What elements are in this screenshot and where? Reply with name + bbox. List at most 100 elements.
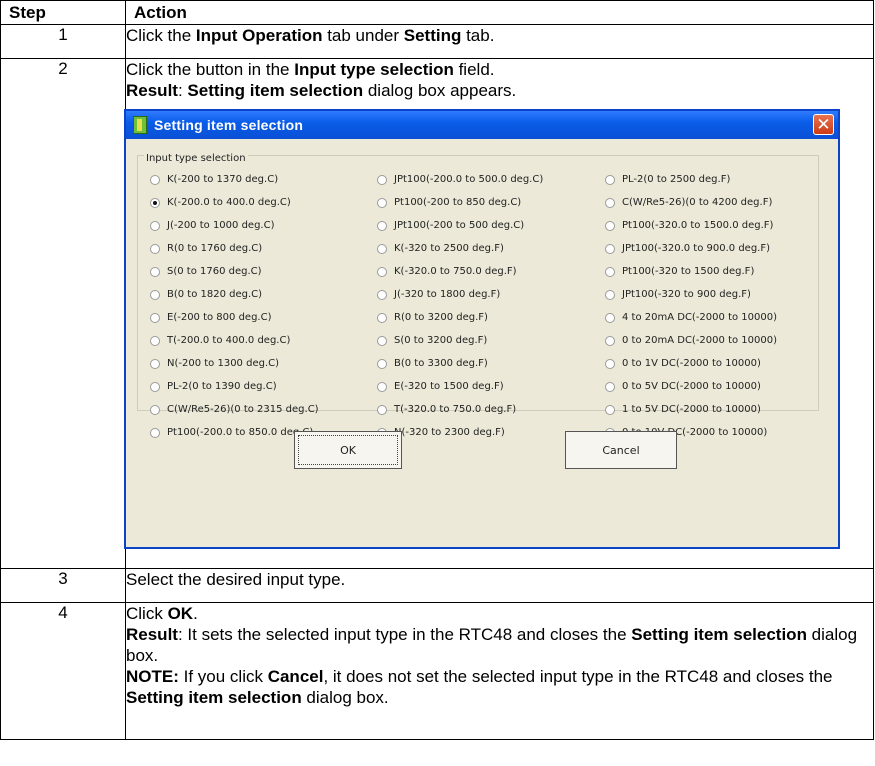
dialog-titlebar[interactable]: Setting item selection ✕ [126,111,838,139]
radio-button[interactable] [377,335,387,346]
input-type-option[interactable]: PL-2(0 to 1390 deg.C) [150,375,319,398]
radio-button[interactable] [377,220,387,231]
option-label: E(-320 to 1500 deg.F) [394,381,504,392]
radio-button[interactable] [605,243,615,254]
input-type-option[interactable]: JPt100(-320.0 to 900.0 deg.F) [605,237,777,260]
input-type-option[interactable]: N(-200 to 1300 deg.C) [150,352,319,375]
input-type-option[interactable]: Pt100(-320.0 to 1500.0 deg.F) [605,214,777,237]
input-type-option[interactable]: B(0 to 1820 deg.C) [150,283,319,306]
option-label: Pt100(-200 to 850 deg.C) [394,197,522,208]
radio-button[interactable] [605,312,615,323]
radio-button[interactable] [150,312,160,323]
input-type-option[interactable]: 4 to 20mA DC(-2000 to 10000) [605,306,777,329]
input-type-option[interactable]: R(0 to 3200 deg.F) [377,306,543,329]
result-line: Result: Setting item selection dialog bo… [126,81,517,100]
option-label: C(W/Re5-26)(0 to 4200 deg.F) [622,197,773,208]
radio-button[interactable] [605,220,615,231]
radio-button[interactable] [377,404,387,415]
input-type-option[interactable]: E(-200 to 800 deg.C) [150,306,319,329]
radio-button[interactable] [377,381,387,392]
input-type-option[interactable]: J(-200 to 1000 deg.C) [150,214,319,237]
option-label: N(-320 to 2300 deg.F) [394,427,505,438]
option-label: T(-200.0 to 400.0 deg.C) [167,335,291,346]
setting-item-selection-dialog: Setting item selection ✕ Input type sele… [124,109,840,549]
note-line: NOTE: If you click Cancel, it does not s… [126,667,833,707]
radio-button[interactable] [150,243,160,254]
radio-column-1: K(-200 to 1370 deg.C) K(-200.0 to 400.0 d… [150,168,319,444]
radio-button[interactable] [605,197,615,208]
option-label: B(0 to 3300 deg.F) [394,358,488,369]
action-line: Click OK. [126,604,198,623]
ok-button[interactable]: OK [294,431,402,469]
input-type-option[interactable]: PL-2(0 to 2500 deg.F) [605,168,777,191]
radio-button[interactable] [150,381,160,392]
input-type-option[interactable]: JPt100(-320 to 900 deg.F) [605,283,777,306]
radio-button[interactable] [377,266,387,277]
radio-column-3: PL-2(0 to 2500 deg.F) C(W/Re5-26)(0 to 42… [605,168,777,444]
radio-button[interactable] [605,266,615,277]
radio-button[interactable] [377,174,387,185]
radio-button[interactable] [605,289,615,300]
input-type-option[interactable]: R(0 to 1760 deg.C) [150,237,319,260]
step-number: 4 [0,602,126,740]
option-label: C(W/Re5-26)(0 to 2315 deg.C) [167,404,319,415]
input-type-option[interactable]: S(0 to 3200 deg.F) [377,329,543,352]
option-label: Pt100(-200.0 to 850.0 deg.C) [167,427,314,438]
input-type-option[interactable]: Pt100(-200 to 850 deg.C) [377,191,543,214]
radio-button[interactable] [377,243,387,254]
option-label: S(0 to 1760 deg.C) [167,266,262,277]
option-label: 0 to 1V DC(-2000 to 10000) [622,358,761,369]
input-type-option[interactable]: B(0 to 3300 deg.F) [377,352,543,375]
radio-button[interactable] [150,335,160,346]
input-type-option[interactable]: K(-200 to 1370 deg.C) [150,168,319,191]
cancel-button[interactable]: Cancel [565,431,677,469]
input-type-option[interactable]: JPt100(-200 to 500 deg.C) [377,214,543,237]
radio-button[interactable] [377,289,387,300]
radio-button[interactable] [605,174,615,185]
radio-button[interactable] [150,220,160,231]
input-type-option[interactable]: S(0 to 1760 deg.C) [150,260,319,283]
option-label: PL-2(0 to 1390 deg.C) [167,381,277,392]
radio-button[interactable] [150,358,160,369]
input-type-option[interactable]: K(-320 to 2500 deg.F) [377,237,543,260]
input-type-option[interactable]: T(-320.0 to 750.0 deg.F) [377,398,543,421]
result-line: Result: It sets the selected input type … [126,625,858,665]
radio-button[interactable] [150,427,160,438]
radio-button[interactable] [377,358,387,369]
radio-button[interactable] [605,358,615,369]
header-row: Step Action [0,0,874,25]
input-type-option[interactable]: Pt100(-320 to 1500 deg.F) [605,260,777,283]
option-label: JPt100(-200.0 to 500.0 deg.C) [394,174,544,185]
radio-button[interactable] [150,404,160,415]
radio-button[interactable] [150,197,160,208]
input-type-option[interactable]: E(-320 to 1500 deg.F) [377,375,543,398]
option-label: Pt100(-320.0 to 1500.0 deg.F) [622,220,774,231]
radio-button[interactable] [377,197,387,208]
radio-button[interactable] [377,312,387,323]
radio-button[interactable] [605,381,615,392]
option-label: JPt100(-200 to 500 deg.C) [394,220,525,231]
input-type-option[interactable]: C(W/Re5-26)(0 to 2315 deg.C) [150,398,319,421]
radio-button[interactable] [150,266,160,277]
radio-button[interactable] [150,289,160,300]
group-label: Input type selection [144,148,248,169]
input-type-option[interactable]: 1 to 5V DC(-2000 to 10000) [605,398,777,421]
input-type-option[interactable]: J(-320 to 1800 deg.F) [377,283,543,306]
input-type-option[interactable]: C(W/Re5-26)(0 to 4200 deg.F) [605,191,777,214]
input-type-option[interactable]: 0 to 20mA DC(-2000 to 10000) [605,329,777,352]
radio-button[interactable] [150,174,160,185]
radio-button[interactable] [605,404,615,415]
option-label: PL-2(0 to 2500 deg.F) [622,174,731,185]
input-type-option[interactable]: JPt100(-200.0 to 500.0 deg.C) [377,168,543,191]
input-type-option[interactable]: K(-200.0 to 400.0 deg.C) [150,191,319,214]
radio-button[interactable] [605,335,615,346]
input-type-option[interactable]: 0 to 1V DC(-2000 to 10000) [605,352,777,375]
option-label: B(0 to 1820 deg.C) [167,289,263,300]
input-type-option[interactable]: T(-200.0 to 400.0 deg.C) [150,329,319,352]
close-button[interactable]: ✕ [813,114,834,135]
input-type-option[interactable]: 0 to 5V DC(-2000 to 10000) [605,375,777,398]
option-label: JPt100(-320 to 900 deg.F) [622,289,751,300]
option-label: R(0 to 1760 deg.C) [167,243,263,254]
input-type-option[interactable]: K(-320.0 to 750.0 deg.F) [377,260,543,283]
action-header: Action [125,0,874,25]
